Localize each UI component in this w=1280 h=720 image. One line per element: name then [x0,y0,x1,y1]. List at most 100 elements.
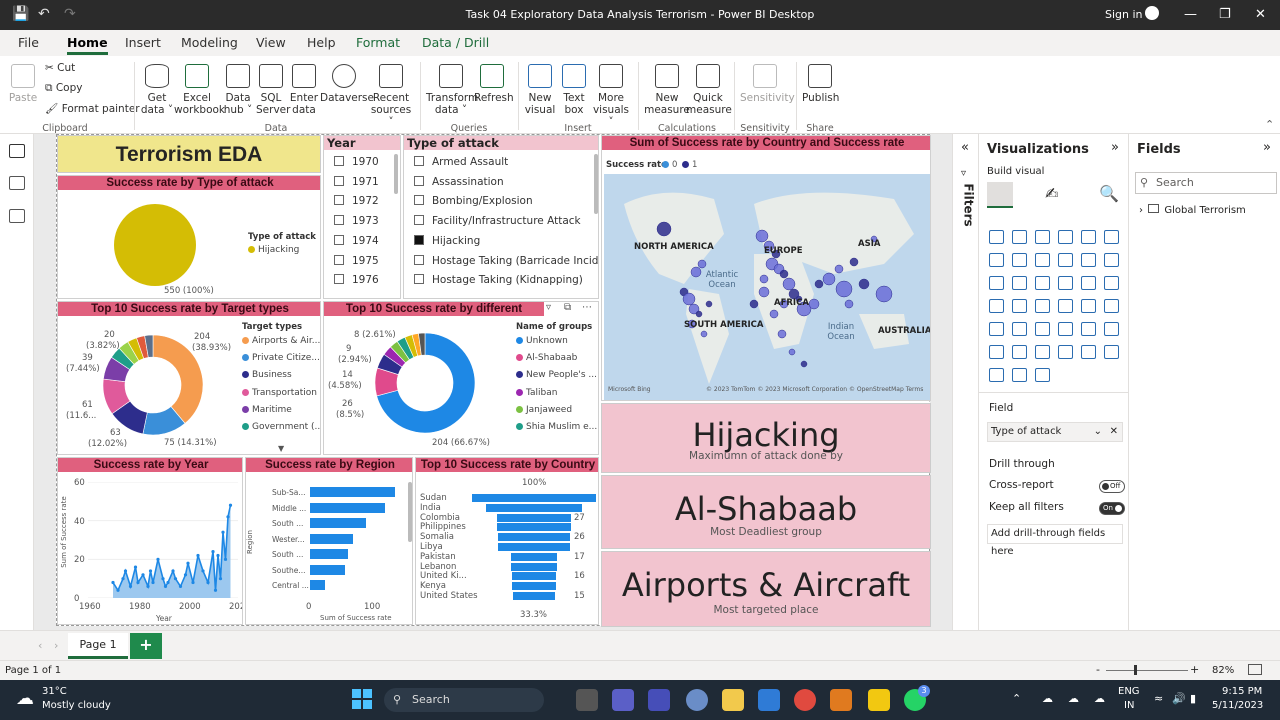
filter-icon[interactable]: ▿ [546,302,551,313]
donut-chart-icon[interactable] [1081,276,1096,290]
map-bubble[interactable] [682,292,696,306]
data-point[interactable] [116,588,120,592]
sensitivity-button[interactable]: Sensitivity [740,64,795,104]
100-bar-icon[interactable] [1081,230,1096,244]
bar[interactable] [310,549,349,559]
donut-chart[interactable] [372,330,478,436]
funnel-bar[interactable] [511,572,557,581]
avatar[interactable] [1145,6,1159,20]
prev-page-icon[interactable]: ‹ [38,639,42,652]
data-point[interactable] [226,515,230,519]
legend-item[interactable]: Business [242,370,292,380]
analytics-tab[interactable]: 🔍 [1099,184,1119,203]
map-bubble[interactable] [779,269,789,279]
funnel-icon[interactable] [1012,276,1027,290]
legend-item[interactable]: Maritime [242,405,292,415]
funnel-bar[interactable] [496,513,572,522]
pie-visual[interactable]: Success rate by Type of attack 550 (100%… [57,175,321,299]
map-bubble[interactable] [782,277,796,291]
bar[interactable] [310,564,345,575]
quick-measure-button[interactable]: Quick measure [686,64,732,116]
map-bubble[interactable] [695,310,703,318]
data-point[interactable] [141,573,145,577]
funnel-bar[interactable] [513,592,555,600]
stacked-bar-icon[interactable] [989,230,1004,244]
map-bubble[interactable] [769,309,779,319]
filters-pane-collapsed[interactable]: « ▿ Filters [952,134,978,630]
restore-icon[interactable]: ❐ [1219,7,1231,22]
pie-chart-icon[interactable] [1058,276,1073,290]
zoom-thumb[interactable] [1134,665,1137,675]
stacked-column-icon[interactable] [1012,230,1027,244]
tab-home[interactable]: Home [67,35,108,55]
stacked-area-icon[interactable] [1035,253,1050,267]
refresh-button[interactable]: Refresh [474,64,514,104]
legend-item[interactable]: Hijacking [248,245,299,255]
groups-donut[interactable]: Top 10 Success rate by different ▿ ⧉ ⋯ 8… [323,301,599,455]
copy-button[interactable]: ⧉ Copy [45,82,82,95]
model-view-icon[interactable] [9,209,25,223]
power-apps-icon[interactable] [1104,345,1119,359]
legend-item[interactable]: Transportation [242,388,317,398]
checkbox[interactable] [334,274,344,285]
checkbox[interactable] [334,215,344,226]
100-column-icon[interactable] [1104,230,1119,244]
slicer-item[interactable]: Bombing/Explosion [414,195,533,207]
map-bubble[interactable] [834,264,844,274]
chrome-icon[interactable] [794,689,816,711]
map-bubble[interactable] [835,280,853,298]
data-point[interactable] [173,577,178,581]
data-point[interactable] [211,550,215,554]
data-point[interactable] [178,584,183,588]
kpi-card-targeted-place[interactable]: Airports & Aircraft Most targeted place [601,551,931,627]
map-bubble[interactable] [777,329,787,339]
checkbox[interactable] [414,274,424,285]
slicer-item[interactable]: 1974 [334,234,379,247]
map-bubble[interactable] [788,348,796,356]
scrollbar[interactable] [408,482,412,542]
map-bubble[interactable] [844,299,854,309]
file-explorer-icon[interactable] [722,689,744,711]
keep-filters-toggle[interactable]: On [1099,501,1125,515]
chevron-right-icon[interactable]: › [1139,205,1143,216]
funnel-bar[interactable] [472,494,596,502]
funnel-bar[interactable] [485,503,583,512]
map-bubble[interactable] [814,279,824,289]
narrative-icon[interactable] [1035,345,1050,359]
minimize-icon[interactable]: — [1184,7,1197,22]
build-visual-tab[interactable] [987,182,1013,208]
map-bubble[interactable] [759,274,769,284]
map-icon[interactable] [989,299,1004,313]
tab-help[interactable]: Help [307,35,336,50]
filled-map-icon[interactable] [1012,299,1027,313]
data-point[interactable] [136,580,140,585]
table-icon[interactable] [1012,322,1027,336]
line-clustered-icon[interactable] [1081,253,1096,267]
tab-insert[interactable]: Insert [125,35,161,50]
report-view-icon[interactable] [9,144,25,158]
data-point[interactable] [218,577,223,581]
ribbon-chart-icon[interactable] [1104,253,1119,267]
checkbox[interactable] [414,254,424,265]
funnel-bar[interactable] [511,582,557,591]
clock-time[interactable]: 9:15 PM [1222,686,1262,697]
clock-date[interactable]: 5/11/2023 [1212,700,1263,711]
python-visual-icon[interactable] [1081,322,1096,336]
map-bubble[interactable] [808,298,820,310]
transform-data-button[interactable]: Transform data ˅ [426,64,478,116]
chevron-up-icon[interactable]: ⌃ [1012,692,1021,705]
map-bubble[interactable] [700,330,708,338]
data-point[interactable] [163,584,168,588]
legend-item[interactable]: Janjaweed [516,405,572,415]
field-well[interactable]: Type of attack ⌄ ✕ [987,422,1123,442]
key-influencers-icon[interactable] [1104,322,1119,336]
slicer-item[interactable]: Facility/Infrastructure Attack [414,215,581,227]
enter-data-button[interactable]: Enter data [288,64,320,116]
checkbox[interactable] [334,254,344,265]
data-point[interactable] [221,530,225,534]
clustered-bar-icon[interactable] [1035,230,1050,244]
checkbox[interactable] [414,195,424,206]
power-automate-icon[interactable] [989,368,1004,382]
qna-icon[interactable] [1012,345,1027,359]
publish-button[interactable]: Publish [802,64,839,104]
